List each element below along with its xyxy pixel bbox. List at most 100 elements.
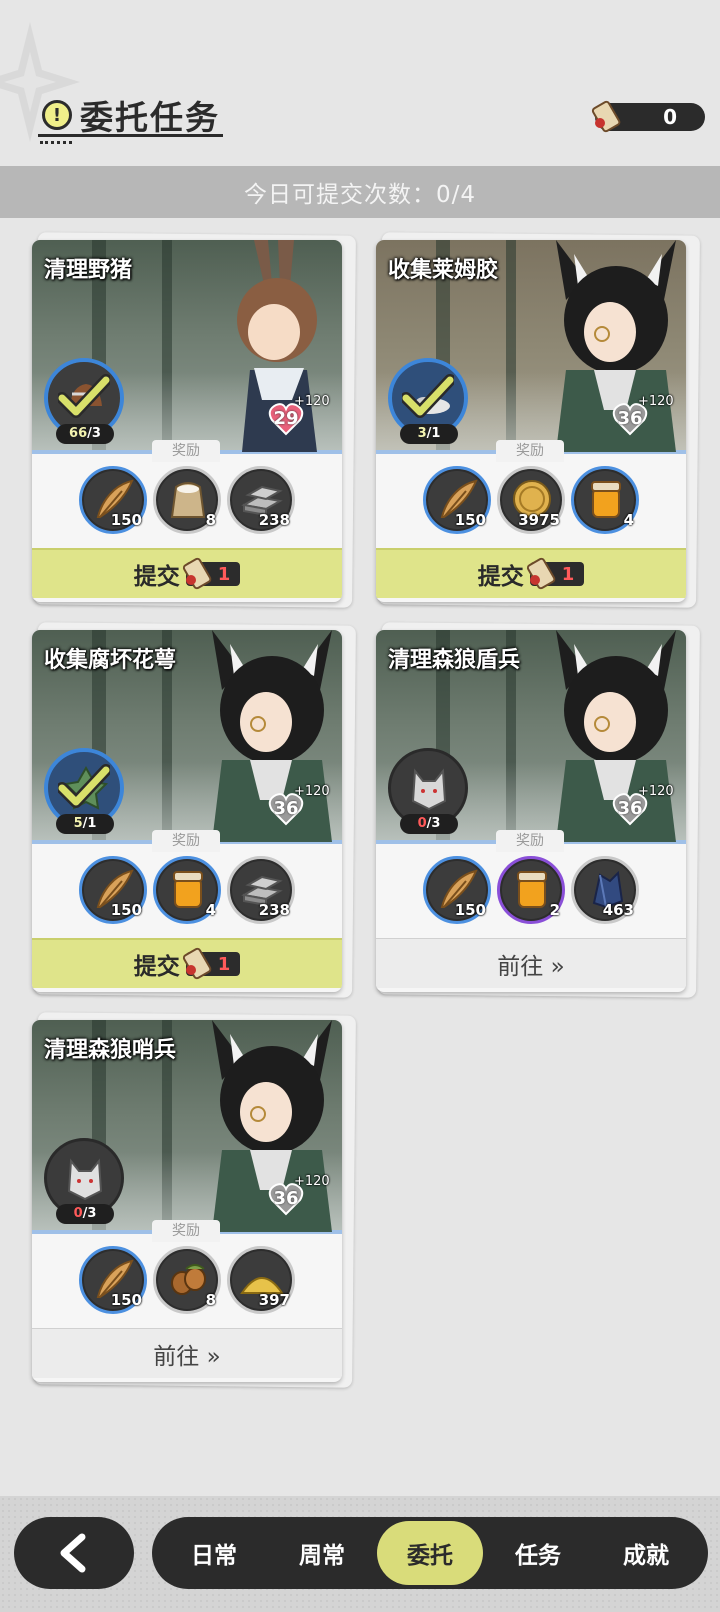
submit-label: 提交 xyxy=(133,564,180,590)
scroll-count: 0 xyxy=(663,105,677,129)
progress-count: 5/1 xyxy=(56,814,114,834)
quest-name: 清理野猪 xyxy=(44,258,133,283)
reward-list: 150 3975 4 xyxy=(376,466,686,538)
tab-tasks[interactable]: 任务 xyxy=(485,1521,591,1585)
reward-item[interactable]: 150 xyxy=(423,856,491,924)
checkmark-icon xyxy=(402,374,454,418)
submit-cost: 1 xyxy=(561,563,575,585)
quest-card[interactable]: 清理森狼盾兵 36 +120 0/3 奖励 150 2 463 前往 » xyxy=(376,622,700,1002)
page-title: ! 委托任务 xyxy=(42,92,220,138)
title-underline xyxy=(38,134,223,137)
go-button[interactable]: 前往 » xyxy=(32,1328,342,1378)
go-button[interactable]: 前往 » xyxy=(376,938,686,988)
affinity-level: 36 xyxy=(617,798,643,819)
reward-item[interactable]: 3975 xyxy=(497,466,565,534)
reward-quantity: 2 xyxy=(549,901,560,919)
submit-button[interactable]: 提交 1 xyxy=(32,548,342,598)
page-title-text: 委托任务 xyxy=(80,98,220,137)
reward-label: 奖励 xyxy=(152,830,220,852)
reward-item[interactable]: 463 xyxy=(571,856,639,924)
reward-item[interactable]: 397 xyxy=(227,1246,295,1314)
affinity-bonus: +120 xyxy=(638,784,674,799)
affinity-level: 36 xyxy=(617,408,643,429)
reward-item[interactable]: 4 xyxy=(571,466,639,534)
reward-label: 奖励 xyxy=(496,830,564,852)
submit-cost-badge: 1 xyxy=(526,557,585,590)
affinity-badge: 36 +120 xyxy=(612,784,674,828)
quest-name: 收集莱姆胶 xyxy=(388,258,499,283)
reward-quantity: 238 xyxy=(258,511,290,529)
progress-count: 0/3 xyxy=(400,814,458,834)
back-button[interactable] xyxy=(14,1517,134,1589)
submit-cost-badge: 1 xyxy=(182,557,241,590)
scroll-icon xyxy=(182,557,212,590)
reward-quantity: 3975 xyxy=(518,511,560,529)
submit-cost-badge: 1 xyxy=(182,947,241,980)
daily-submit-counter: 今日可提交次数：0/4 xyxy=(0,166,720,218)
reward-item[interactable]: 8 xyxy=(153,1246,221,1314)
reward-quantity: 150 xyxy=(110,1291,142,1309)
progress-count: 66/3 xyxy=(56,424,114,444)
commission-scroll-counter: 0 xyxy=(591,100,705,133)
affinity-bonus: +120 xyxy=(294,394,330,409)
reward-item[interactable]: 238 xyxy=(227,466,295,534)
reward-quantity: 4 xyxy=(623,511,634,529)
reward-label: 奖励 xyxy=(152,1220,220,1242)
submit-cost: 1 xyxy=(217,563,231,585)
scroll-icon xyxy=(591,100,621,133)
reward-quantity: 463 xyxy=(602,901,634,919)
quest-card-body: 收集腐坏花萼 36 +120 5/1 奖励 150 4 238 提交 1 xyxy=(32,630,342,992)
quest-card[interactable]: 收集腐坏花萼 36 +120 5/1 奖励 150 4 238 提交 1 xyxy=(32,622,356,1002)
quest-name: 清理森狼盾兵 xyxy=(388,648,521,673)
daily-submit-text: 今日可提交次数：0/4 xyxy=(243,182,476,208)
quest-target: 3/1 xyxy=(388,358,472,444)
quest-card-body: 清理森狼盾兵 36 +120 0/3 奖励 150 2 463 前往 » xyxy=(376,630,686,992)
checkmark-icon xyxy=(58,374,110,418)
reward-item[interactable]: 150 xyxy=(423,466,491,534)
reward-item[interactable]: 2 xyxy=(497,856,565,924)
quest-card[interactable]: 清理野猪 29 +120 66/3 奖励 150 8 238 提交 1 xyxy=(32,232,356,612)
affinity-bonus: +120 xyxy=(294,1174,330,1189)
quest-card-body: 收集莱姆胶 36 +120 3/1 奖励 150 3975 4 提交 1 xyxy=(376,240,686,602)
submit-label: 提交 xyxy=(477,564,524,590)
reward-item[interactable]: 8 xyxy=(153,466,221,534)
back-arrow-icon xyxy=(60,1533,86,1573)
go-label: 前往 » xyxy=(497,953,565,980)
reward-item[interactable]: 150 xyxy=(79,1246,147,1314)
tab-daily[interactable]: 日常 xyxy=(161,1521,267,1585)
tab-achievements[interactable]: 成就 xyxy=(593,1521,699,1585)
affinity-bonus: +120 xyxy=(638,394,674,409)
tab-commission[interactable]: 委托 xyxy=(377,1521,483,1585)
reward-label: 奖励 xyxy=(152,440,220,462)
reward-item[interactable]: 150 xyxy=(79,856,147,924)
reward-quantity: 8 xyxy=(205,511,216,529)
reward-quantity: 8 xyxy=(205,1291,216,1309)
scroll-icon xyxy=(526,557,556,590)
submit-cost: 1 xyxy=(217,953,231,975)
quest-target: 0/3 xyxy=(44,1138,128,1224)
tab-bar: 日常 周常 委托 任务 成就 xyxy=(152,1517,708,1589)
submit-button[interactable]: 提交 1 xyxy=(376,548,686,598)
reward-quantity: 150 xyxy=(454,511,486,529)
reward-list: 150 8 397 xyxy=(32,1246,342,1318)
wolf-sentry-icon xyxy=(67,1158,103,1201)
tab-weekly[interactable]: 周常 xyxy=(269,1521,375,1585)
reward-item[interactable]: 150 xyxy=(79,466,147,534)
reward-item[interactable]: 4 xyxy=(153,856,221,924)
reward-quantity: 397 xyxy=(258,1291,290,1309)
reward-quantity: 150 xyxy=(110,901,142,919)
reward-list: 150 4 238 xyxy=(32,856,342,928)
reward-quantity: 150 xyxy=(454,901,486,919)
quest-card[interactable]: 收集莱姆胶 36 +120 3/1 奖励 150 3975 4 提交 1 xyxy=(376,232,700,612)
reward-list: 150 2 463 xyxy=(376,856,686,928)
submit-button[interactable]: 提交 1 xyxy=(32,938,342,988)
reward-quantity: 238 xyxy=(258,901,290,919)
quest-target: 0/3 xyxy=(388,748,472,834)
wolf-shield-soldier-icon xyxy=(411,768,447,811)
title-dots xyxy=(40,141,72,144)
reward-label: 奖励 xyxy=(496,440,564,462)
reward-item[interactable]: 238 xyxy=(227,856,295,924)
quest-card[interactable]: 清理森狼哨兵 36 +120 0/3 奖励 150 8 397 前往 » xyxy=(32,1012,356,1392)
submit-label: 提交 xyxy=(133,954,180,980)
progress-count: 3/1 xyxy=(400,424,458,444)
